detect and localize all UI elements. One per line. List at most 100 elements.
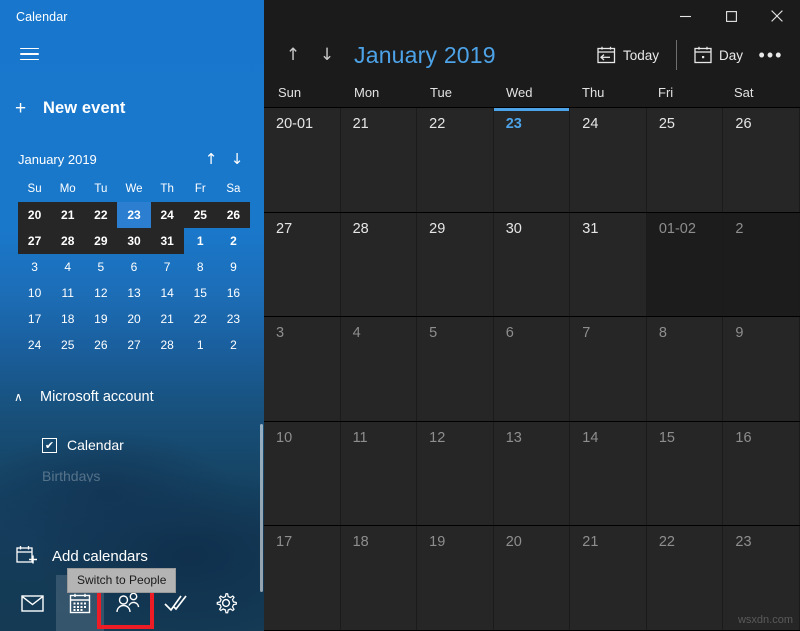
new-event-button[interactable]: + New event xyxy=(0,88,264,128)
mini-calendar-day[interactable]: 6 xyxy=(117,254,150,280)
mini-calendar-day[interactable]: 1 xyxy=(184,332,217,358)
day-cell[interactable]: 22 xyxy=(646,526,724,630)
day-cell[interactable]: 18 xyxy=(340,526,418,630)
today-button[interactable]: Today xyxy=(588,38,668,72)
mini-calendar-day[interactable]: 5 xyxy=(84,254,117,280)
day-cell[interactable]: 11 xyxy=(340,421,418,526)
mini-calendar-day[interactable]: 24 xyxy=(18,332,51,358)
day-cell[interactable]: 5 xyxy=(417,317,494,421)
mini-calendar-day[interactable]: 16 xyxy=(217,280,250,306)
mini-calendar-day[interactable]: 11 xyxy=(51,280,84,306)
mini-calendar-day[interactable]: 26 xyxy=(84,332,117,358)
day-cell[interactable]: 14 xyxy=(570,421,647,526)
mini-calendar-day[interactable]: 24 xyxy=(150,202,184,228)
mini-calendar-prev-icon[interactable]: ↑ xyxy=(198,147,224,171)
mini-calendar-day[interactable]: 28 xyxy=(151,332,184,358)
day-cell[interactable]: 15 xyxy=(646,421,724,526)
account-header[interactable]: ∧ Microsoft account xyxy=(14,380,264,414)
view-switch-button[interactable]: Day xyxy=(685,38,752,72)
mini-calendar-day[interactable]: 12 xyxy=(84,280,117,306)
mini-calendar-day[interactable]: 20 xyxy=(18,202,52,228)
mini-calendar-day[interactable]: 30 xyxy=(117,228,151,254)
mini-calendar-day[interactable]: 1 xyxy=(184,228,217,254)
day-cell[interactable]: 20 xyxy=(493,526,571,630)
mini-calendar-day[interactable]: 2 xyxy=(217,332,250,358)
day-cell[interactable]: 12 xyxy=(417,421,494,526)
mini-calendar-day[interactable]: 27 xyxy=(117,332,150,358)
mini-calendar-day[interactable]: 28 xyxy=(51,228,85,254)
appbar-settings-button[interactable] xyxy=(202,575,250,631)
day-number: 24 xyxy=(582,116,599,132)
maximize-button[interactable] xyxy=(708,0,754,32)
day-cell[interactable]: 13 xyxy=(493,421,571,526)
mini-calendar-day[interactable]: 23 xyxy=(217,306,250,332)
mini-calendar-day[interactable]: 19 xyxy=(84,306,117,332)
today-icon xyxy=(597,46,616,64)
day-cell[interactable]: 23 xyxy=(723,526,800,630)
mini-calendar-day[interactable]: 9 xyxy=(217,254,250,280)
mini-calendar-day[interactable]: 21 xyxy=(51,202,85,228)
appbar-mail-button[interactable] xyxy=(8,575,56,631)
mini-calendar-day[interactable]: 17 xyxy=(18,306,51,332)
mini-calendar-day[interactable]: 22 xyxy=(84,202,118,228)
day-cell[interactable]: 6 xyxy=(493,317,571,421)
mini-calendar-day[interactable]: 23 xyxy=(117,202,151,228)
day-cell[interactable]: 30 xyxy=(493,212,571,317)
mini-calendar-day[interactable]: 25 xyxy=(183,202,217,228)
mini-calendar-day[interactable]: 8 xyxy=(184,254,217,280)
day-cell[interactable]: 8 xyxy=(646,317,724,421)
day-cell[interactable]: 7 xyxy=(570,317,647,421)
day-cell[interactable]: 24 xyxy=(570,108,647,212)
day-cell[interactable]: 19 xyxy=(417,526,494,630)
day-cell[interactable]: 21 xyxy=(340,108,418,212)
day-cell[interactable]: 28 xyxy=(340,212,418,317)
close-button[interactable] xyxy=(754,0,800,32)
hamburger-menu-button[interactable] xyxy=(6,32,52,76)
checkbox-icon[interactable]: ✔ xyxy=(42,437,57,453)
day-cell[interactable]: 23 xyxy=(493,108,571,212)
mini-calendar-day[interactable]: 29 xyxy=(84,228,118,254)
day-header-wed: Wed xyxy=(506,85,533,100)
mini-calendar-day[interactable]: 10 xyxy=(18,280,51,306)
mini-calendar-day[interactable]: 26 xyxy=(216,202,250,228)
mini-calendar-day[interactable]: 4 xyxy=(51,254,84,280)
day-cell[interactable]: 01-02 xyxy=(646,212,724,317)
mini-calendar-day[interactable]: 20 xyxy=(117,306,150,332)
calendar-checkbox-row[interactable]: ✔ Calendar xyxy=(14,430,264,460)
mini-calendar-day[interactable]: 27 xyxy=(18,228,52,254)
sidebar-scrollbar[interactable] xyxy=(260,424,263,592)
day-cell[interactable]: 31 xyxy=(570,212,647,317)
day-cell[interactable]: 3 xyxy=(264,317,341,421)
day-cell[interactable]: 20-01 xyxy=(264,108,341,212)
day-cell[interactable]: 25 xyxy=(646,108,724,212)
mini-calendar-day[interactable]: 15 xyxy=(184,280,217,306)
day-cell[interactable]: 17 xyxy=(264,526,341,630)
partial-calendar-item[interactable]: Birthdays xyxy=(14,468,264,482)
next-month-icon[interactable]: ↓ xyxy=(310,38,344,72)
day-cell[interactable]: 26 xyxy=(723,108,800,212)
day-cell[interactable]: 16 xyxy=(723,421,800,526)
day-cell[interactable]: 4 xyxy=(340,317,418,421)
day-cell[interactable]: 29 xyxy=(417,212,494,317)
day-cell[interactable]: 9 xyxy=(723,317,800,421)
day-cell[interactable]: 22 xyxy=(417,108,494,212)
mini-calendar-day[interactable]: 21 xyxy=(151,306,184,332)
mini-calendar-day[interactable]: 18 xyxy=(51,306,84,332)
day-cell[interactable]: 27 xyxy=(264,212,341,317)
mini-calendar-day[interactable]: 31 xyxy=(150,228,184,254)
mini-calendar-day[interactable]: 7 xyxy=(151,254,184,280)
day-cell[interactable]: 21 xyxy=(570,526,647,630)
mini-calendar-day[interactable]: 2 xyxy=(217,228,250,254)
mini-calendar-day[interactable]: 22 xyxy=(184,306,217,332)
mini-calendar-next-icon[interactable]: ↓ xyxy=(224,147,250,171)
minimize-button[interactable] xyxy=(662,0,708,32)
mini-calendar-day[interactable]: 13 xyxy=(117,280,150,306)
day-of-week-header-row: Sun Mon Tue Wed Thu Fri Sat xyxy=(264,78,800,108)
previous-month-icon[interactable]: ↑ xyxy=(276,38,310,72)
mini-calendar-day[interactable]: 14 xyxy=(151,280,184,306)
mini-calendar-day[interactable]: 25 xyxy=(51,332,84,358)
mini-calendar-day[interactable]: 3 xyxy=(18,254,51,280)
more-options-button[interactable]: ••• xyxy=(752,38,790,72)
day-cell[interactable]: 2 xyxy=(723,212,800,317)
day-cell[interactable]: 10 xyxy=(264,421,341,526)
